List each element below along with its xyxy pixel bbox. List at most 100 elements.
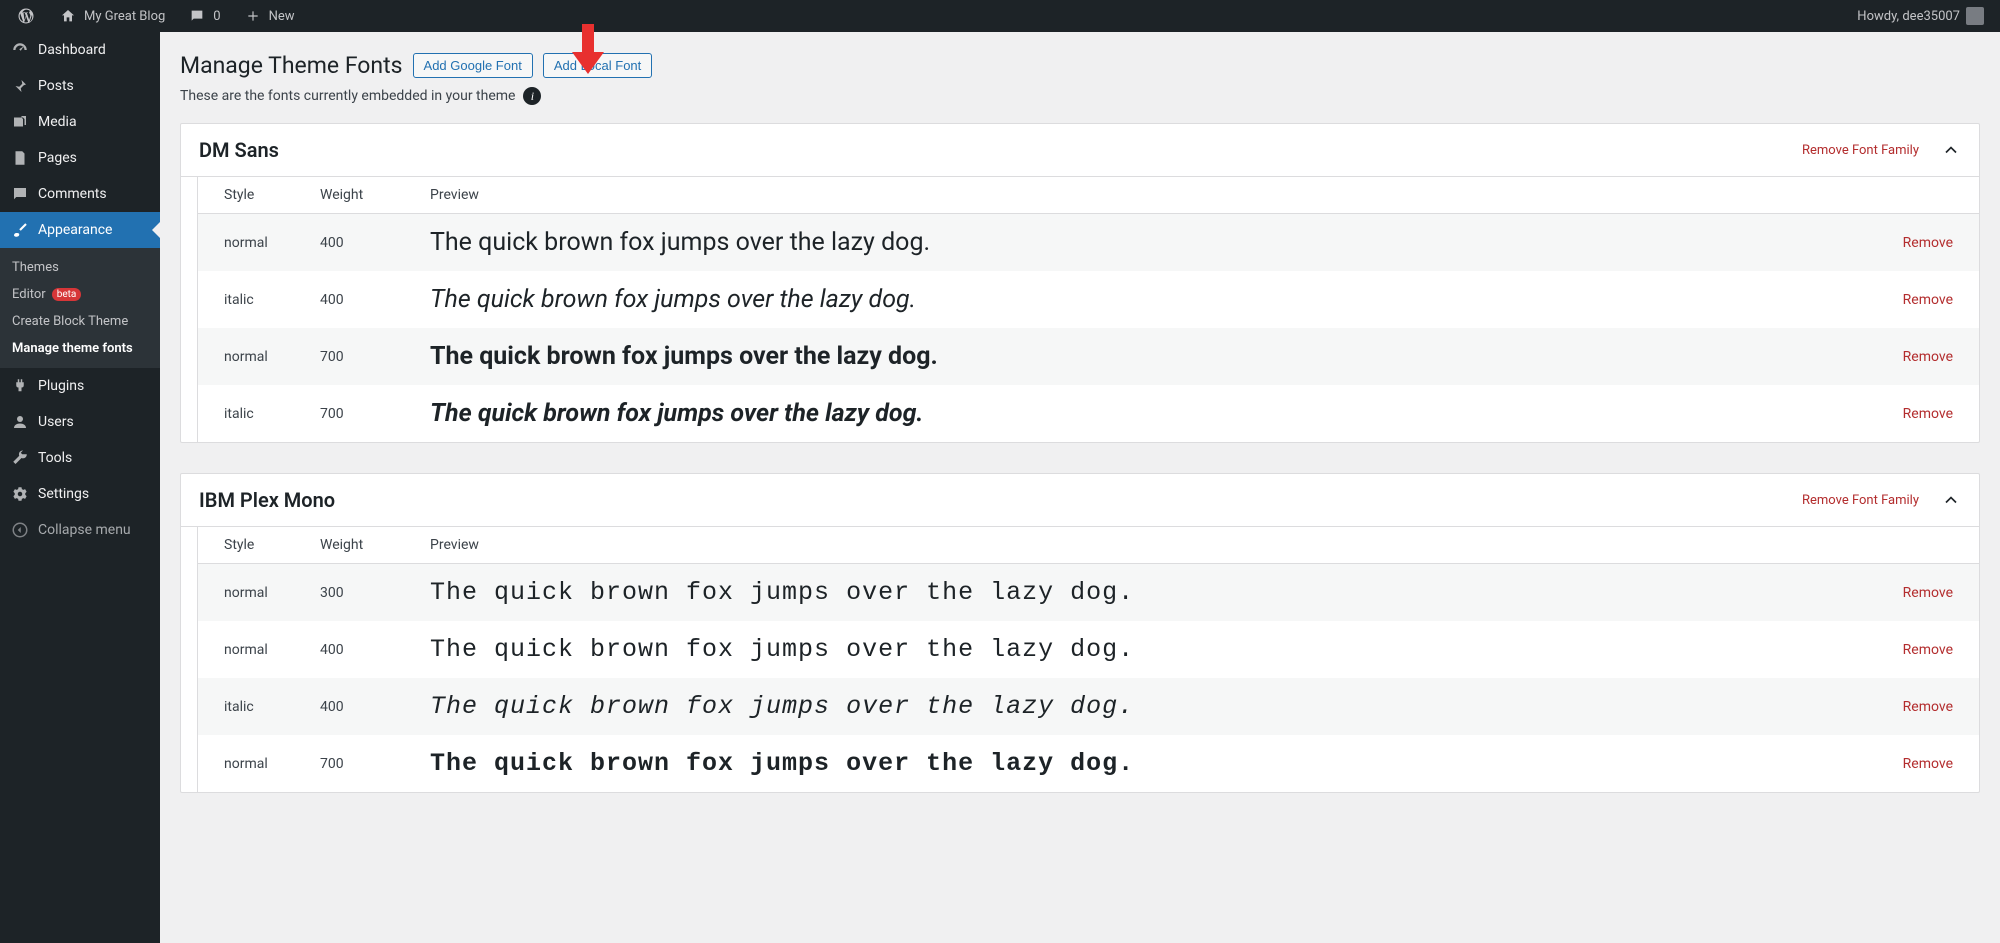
preview-text: The quick brown fox jumps over the lazy … [430,749,1134,778]
new-content-link[interactable]: New [235,0,303,32]
add-google-font-button[interactable]: Add Google Font [413,53,533,78]
appearance-submenu: Themes Editor beta Create Block Theme Ma… [0,248,160,368]
main-content: Manage Theme Fonts Add Google Font Add L… [160,32,2000,943]
variant-preview: The quick brown fox jumps over the lazy … [418,271,1869,328]
pin-icon [10,76,30,96]
variant-preview: The quick brown fox jumps over the lazy … [418,564,1869,622]
brush-icon [10,220,30,240]
avatar [1966,7,1984,25]
menu-label: Tools [38,450,72,466]
variant-remove-cell: Remove [1869,621,1979,678]
variant-weight: 700 [308,735,418,792]
page-subhead: These are the fonts currently embedded i… [180,87,1980,105]
col-style: Style [198,527,308,564]
menu-plugins[interactable]: Plugins [0,368,160,404]
variant-style: italic [198,271,308,328]
col-remove [1869,177,1979,214]
remove-variant-link[interactable]: Remove [1903,292,1953,308]
settings-icon [10,484,30,504]
menu-comments[interactable]: Comments [0,176,160,212]
variant-remove-cell: Remove [1869,328,1979,385]
preview-text: The quick brown fox jumps over the lazy … [430,692,1134,721]
submenu-label: Create Block Theme [12,314,128,329]
variant-style: normal [198,328,308,385]
remove-font-family-link[interactable]: Remove Font Family [1802,143,1919,158]
remove-variant-link[interactable]: Remove [1903,756,1953,772]
dashboard-icon [10,40,30,60]
pages-icon [10,148,30,168]
menu-label: Pages [38,150,77,166]
wordpress-icon [16,6,36,26]
menu-collapse[interactable]: Collapse menu [0,512,160,548]
font-variant-table: StyleWeightPreviewnormal400The quick bro… [198,177,1979,442]
plugin-icon [10,376,30,396]
font-family-header: DM SansRemove Font Family [181,124,1979,177]
submenu-themes[interactable]: Themes [0,254,160,281]
submenu-label: Manage theme fonts [12,341,133,356]
submenu-editor[interactable]: Editor beta [0,281,160,308]
collapse-toggle[interactable] [1941,490,1961,510]
menu-label: Collapse menu [38,522,131,538]
wrench-icon [10,448,30,468]
admin-bar: My Great Blog 0 New Howdy, dee35007 [0,0,2000,32]
font-family-header: IBM Plex MonoRemove Font Family [181,474,1979,527]
menu-users[interactable]: Users [0,404,160,440]
preview-text: The quick brown fox jumps over the lazy … [430,342,938,371]
submenu-create-block-theme[interactable]: Create Block Theme [0,308,160,335]
menu-dashboard[interactable]: Dashboard [0,32,160,68]
preview-text: The quick brown fox jumps over the lazy … [430,228,930,257]
menu-label: Users [38,414,74,430]
my-account-link[interactable]: Howdy, dee35007 [1849,0,1992,32]
submenu-label: Themes [12,260,59,275]
col-remove [1869,527,1979,564]
menu-appearance[interactable]: Appearance [0,212,160,248]
menu-settings[interactable]: Settings [0,476,160,512]
submenu-manage-theme-fonts[interactable]: Manage theme fonts [0,335,160,362]
variant-weight: 700 [308,385,418,442]
preview-text: The quick brown fox jumps over the lazy … [430,399,923,428]
font-variant-row: normal300The quick brown fox jumps over … [198,564,1979,622]
menu-label: Plugins [38,378,84,394]
remove-variant-link[interactable]: Remove [1903,585,1953,601]
remove-variant-link[interactable]: Remove [1903,642,1953,658]
info-icon[interactable]: i [523,87,541,105]
remove-font-family-link[interactable]: Remove Font Family [1802,493,1919,508]
remove-variant-link[interactable]: Remove [1903,235,1953,251]
menu-media[interactable]: Media [0,104,160,140]
site-name-link[interactable]: My Great Blog [50,0,173,32]
menu-pages[interactable]: Pages [0,140,160,176]
font-variant-row: normal400 The quick brown fox jumps over … [198,214,1979,272]
menu-label: Appearance [38,222,112,238]
home-icon [58,6,78,26]
col-weight: Weight [308,177,418,214]
comment-icon [187,6,207,26]
variant-weight: 400 [308,678,418,735]
variant-remove-cell: Remove [1869,735,1979,792]
page-title: Manage Theme Fonts [180,52,403,79]
variant-weight: 400 [308,214,418,272]
comments-link[interactable]: 0 [179,0,228,32]
col-style: Style [198,177,308,214]
add-local-font-button[interactable]: Add Local Font [543,53,652,78]
comment-icon [10,184,30,204]
variant-style: normal [198,621,308,678]
remove-variant-link[interactable]: Remove [1903,699,1953,715]
remove-variant-link[interactable]: Remove [1903,406,1953,422]
remove-variant-link[interactable]: Remove [1903,349,1953,365]
font-variant-row: normal700The quick brown fox jumps over … [198,328,1979,385]
howdy-text: Howdy, dee35007 [1857,9,1960,24]
admin-sidebar: Dashboard Posts Media Pages Comments App… [0,32,160,943]
font-family-name: DM Sans [199,138,1802,162]
preview-text: The quick brown fox jumps over the lazy … [430,578,1134,607]
wp-logo-link[interactable] [8,0,44,32]
menu-label: Posts [38,78,74,94]
collapse-toggle[interactable] [1941,140,1961,160]
variant-preview: The quick brown fox jumps over the lazy … [418,214,1869,272]
font-variant-row: normal700The quick brown fox jumps over … [198,735,1979,792]
new-label: New [269,9,295,24]
font-variant-table: StyleWeightPreviewnormal300The quick bro… [198,527,1979,792]
menu-posts[interactable]: Posts [0,68,160,104]
menu-tools[interactable]: Tools [0,440,160,476]
submenu-label: Editor [12,287,46,302]
variant-style: normal [198,214,308,272]
